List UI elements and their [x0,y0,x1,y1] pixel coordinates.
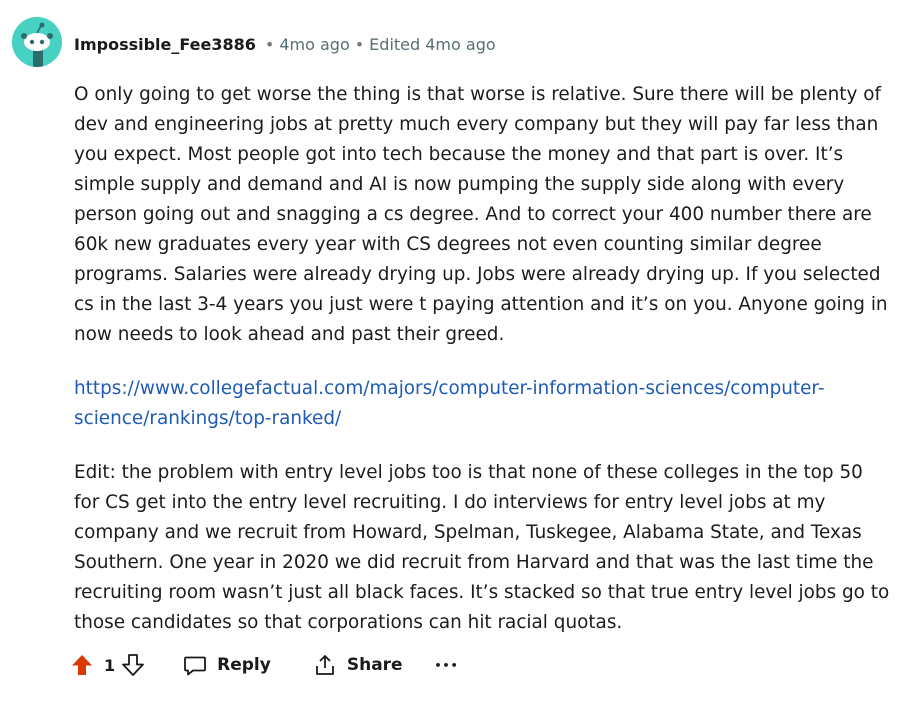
comment-link-paragraph: https://www.collegefactual.com/majors/co… [74,374,892,434]
separator-dot: • [354,35,365,54]
username-link[interactable]: Impossible_Fee3886 [74,35,256,54]
vote-count: 1 [104,655,116,675]
downvote-button[interactable] [119,651,147,679]
comment-paragraph: O only going to get worse the thing is t… [74,84,888,345]
reply-button[interactable]: Reply [173,648,281,682]
comment-paragraph: Edit: the problem with entry level jobs … [74,462,890,633]
avatar[interactable] [12,17,62,67]
share-label: Share [346,655,403,675]
timestamp[interactable]: 4mo ago [279,35,349,54]
upvote-arrow-icon [72,655,92,675]
comment-body: O only going to get worse the thing is t… [74,80,892,662]
comment-meta: Impossible_Fee3886 • 4mo ago • Edited 4mo ag… [74,34,496,56]
comment-bubble-icon [184,656,207,676]
comment-action-bar: 1 Reply Share ••• [68,648,461,682]
more-options-button[interactable]: ••• [433,648,461,682]
vote-group: 1 [68,651,147,679]
more-options-icon: ••• [434,658,459,672]
external-link[interactable]: https://www.collegefactual.com/majors/co… [74,378,824,429]
downvote-arrow-icon [122,654,145,676]
separator-dot: • [264,35,275,54]
upvote-button[interactable] [68,651,96,679]
comment: Impossible_Fee3886 • 4mo ago • Edited 4mo ag… [0,0,909,714]
share-arrow-icon [315,655,334,675]
reply-label: Reply [217,655,271,675]
edited-timestamp: Edited 4mo ago [369,35,496,54]
snoo-avatar-icon [12,17,62,67]
share-button[interactable]: Share [303,648,413,682]
